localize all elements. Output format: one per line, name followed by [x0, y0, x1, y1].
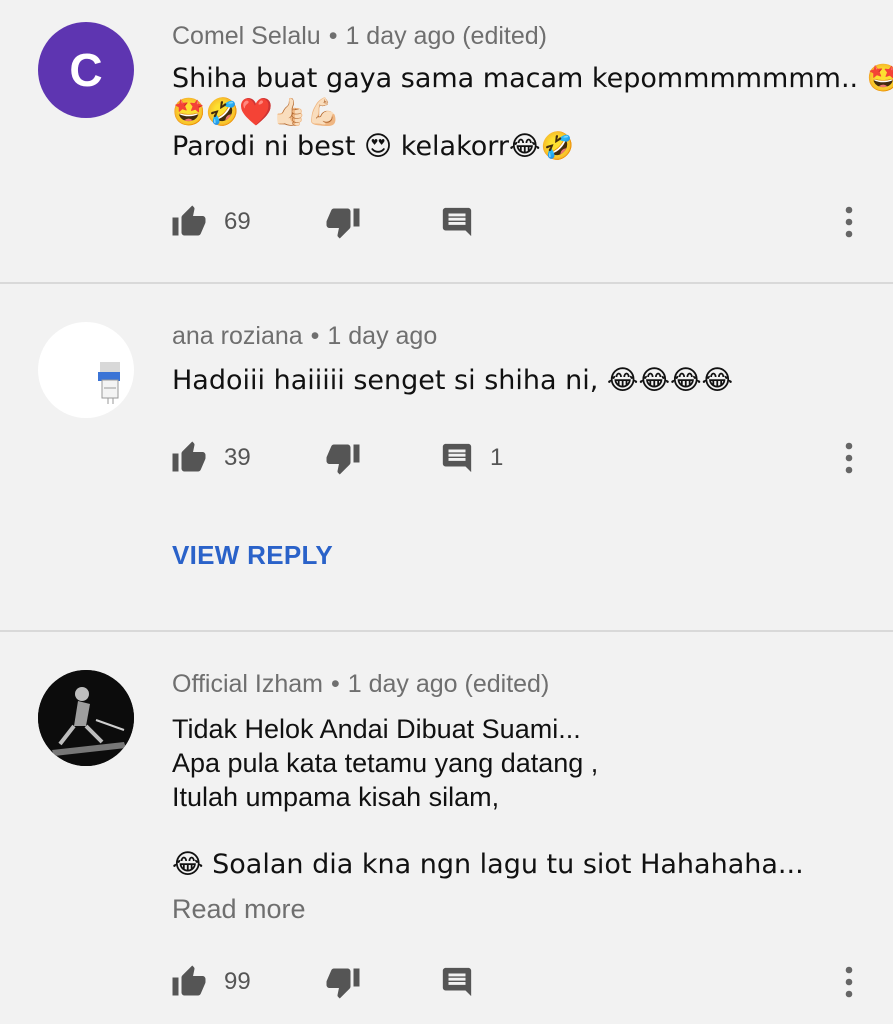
- comment-icon: [442, 967, 472, 997]
- thumb-down-icon: [326, 444, 360, 475]
- comment-text: Shiha buat gaya sama macam kepommmmmmm..…: [172, 62, 893, 164]
- reply-button[interactable]: [440, 202, 474, 242]
- thumb-up-icon: [172, 965, 206, 996]
- comment-line: Hadoiii haiiiii senget si shiha ni, 😂😂😂😂: [172, 365, 734, 396]
- more-vert-icon: [845, 442, 853, 474]
- divider: [0, 630, 893, 632]
- timestamp: 1 day ago (edited): [345, 22, 547, 50]
- comment-actions: 39 1: [0, 438, 893, 478]
- thumb-up-icon: [172, 205, 206, 236]
- avatar[interactable]: [38, 670, 134, 766]
- separator-dot: •: [330, 670, 340, 698]
- like-button[interactable]: 99: [170, 962, 251, 1002]
- thumb-up-icon: [172, 441, 206, 472]
- more-vert-icon: [845, 206, 853, 238]
- timestamp: 1 day ago: [327, 322, 438, 350]
- comment-actions: 99: [0, 962, 893, 1002]
- comment-icon: [442, 443, 472, 473]
- comment-2: ana roziana • 1 day ago Hadoiii haiiiii se…: [0, 300, 893, 630]
- avatar-cartoon-icon: [98, 362, 120, 404]
- comment-meta: ana roziana • 1 day ago: [172, 322, 437, 351]
- avatar[interactable]: [38, 322, 134, 418]
- separator-dot: •: [310, 322, 320, 350]
- view-reply-button[interactable]: VIEW REPLY: [172, 540, 333, 571]
- like-button[interactable]: 39: [170, 438, 251, 478]
- author-name[interactable]: Official Izham: [172, 670, 323, 698]
- comment-line: Itulah umpama kisah silam,: [172, 782, 500, 812]
- comment-actions: 69: [0, 202, 893, 242]
- thumb-down-icon: [326, 208, 360, 239]
- comment-line: [172, 814, 862, 848]
- comment-line: Parodi ni best 😍 kelakorr😂🤣: [172, 131, 575, 162]
- more-options-button[interactable]: [836, 202, 862, 242]
- comment-1: C Comel Selalu • 1 day ago (edited) Shiha …: [0, 0, 893, 282]
- like-count: 39: [224, 444, 251, 471]
- reply-button[interactable]: [440, 962, 474, 1002]
- author-name[interactable]: Comel Selalu: [172, 22, 321, 50]
- read-more-link[interactable]: Read more: [172, 894, 306, 925]
- comment-line: Shiha buat gaya sama macam kepommmmmmm..…: [172, 63, 893, 94]
- avatar[interactable]: C: [38, 22, 134, 118]
- reply-button[interactable]: 1: [440, 438, 503, 478]
- comment-text: Hadoiii haiiiii senget si shiha ni, 😂😂😂😂: [172, 364, 862, 398]
- dislike-button[interactable]: [324, 438, 362, 478]
- comment-line: 😂 Soalan dia kna ngn lagu tu siot Hahaha…: [172, 849, 804, 880]
- reply-count: 1: [490, 444, 504, 471]
- timestamp: 1 day ago (edited): [347, 670, 550, 698]
- comment-icon: [442, 207, 472, 237]
- thumb-down-icon: [326, 968, 360, 999]
- comment-3: Official Izham • 1 day ago (edited) Tidak …: [0, 648, 893, 1024]
- dislike-button[interactable]: [324, 202, 362, 242]
- comment-line: Apa pula kata tetamu yang datang ,: [172, 748, 599, 778]
- comment-line: Tidak Helok Andai Dibuat Suami...: [172, 714, 581, 744]
- like-button[interactable]: 69: [170, 202, 251, 242]
- separator-dot: •: [328, 22, 338, 50]
- comment-text: Tidak Helok Andai Dibuat Suami... Apa pu…: [172, 712, 862, 882]
- more-vert-icon: [845, 966, 853, 998]
- comment-meta: Official Izham • 1 day ago (edited): [172, 670, 549, 699]
- more-options-button[interactable]: [836, 438, 862, 478]
- comment-meta: Comel Selalu • 1 day ago (edited): [172, 22, 547, 51]
- comment-line: 🤩🤣❤️👍🏻💪🏻: [172, 97, 341, 128]
- author-name[interactable]: ana roziana: [172, 322, 303, 350]
- dislike-button[interactable]: [324, 962, 362, 1002]
- like-count: 69: [224, 208, 251, 235]
- divider: [0, 282, 893, 284]
- more-options-button[interactable]: [836, 962, 862, 1002]
- like-count: 99: [224, 968, 251, 995]
- avatar-photo-icon: [38, 670, 134, 766]
